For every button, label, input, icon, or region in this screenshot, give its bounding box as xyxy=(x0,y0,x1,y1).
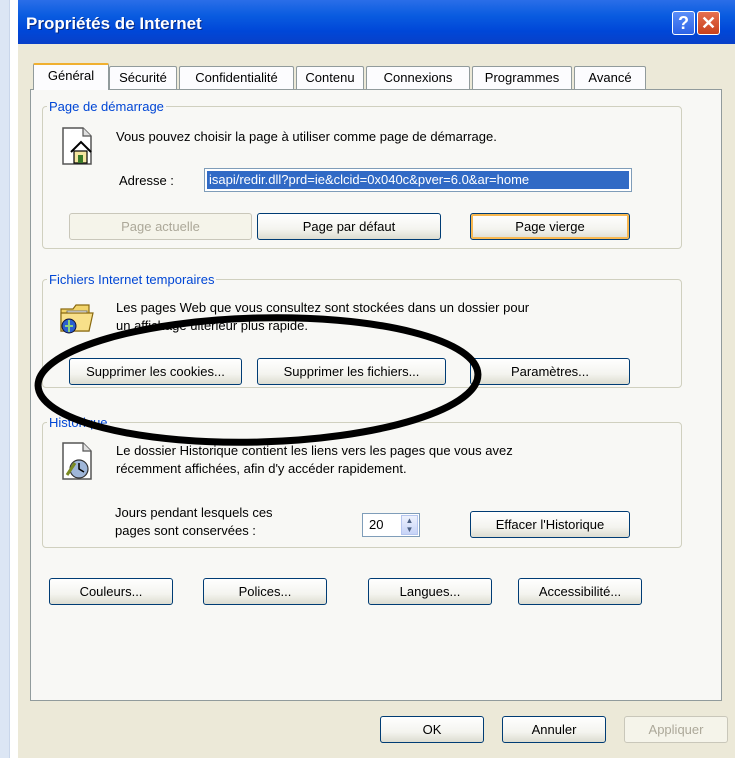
tab-general[interactable]: Général xyxy=(33,63,109,90)
tab-connections[interactable]: Connexions xyxy=(366,66,470,89)
tab-privacy[interactable]: Confidentialité xyxy=(179,66,294,89)
days-label-line1: Jours pendant lesquels ces xyxy=(115,505,273,520)
current-page-button[interactable]: Page actuelle xyxy=(69,213,252,240)
address-label: Adresse : xyxy=(119,173,174,188)
history-legend: Historique xyxy=(49,415,108,430)
title-bar: Propriétés de Internet ? ✕ xyxy=(18,0,735,44)
background-window-strip xyxy=(0,0,18,758)
temp-files-legend: Fichiers Internet temporaires xyxy=(49,272,215,287)
default-page-button[interactable]: Page par défaut xyxy=(257,213,441,240)
colors-button[interactable]: Couleurs... xyxy=(49,578,173,605)
tab-security[interactable]: Sécurité xyxy=(109,66,177,89)
apply-button[interactable]: Appliquer xyxy=(624,716,728,743)
home-page-description: Vous pouvez choisir la page à utiliser c… xyxy=(116,129,497,144)
cancel-button[interactable]: Annuler xyxy=(502,716,606,743)
days-spinner[interactable]: 20 ▲ ▼ xyxy=(362,513,420,537)
delete-cookies-button[interactable]: Supprimer les cookies... xyxy=(69,358,242,385)
address-value: isapi/redir.dll?prd=ie&clcid=0x040c&pver… xyxy=(207,171,629,189)
fonts-button[interactable]: Polices... xyxy=(203,578,327,605)
tab-advanced[interactable]: Avancé xyxy=(574,66,646,89)
temp-files-folder-icon xyxy=(60,304,94,334)
general-tab-panel: Page de démarrage Vous pouvez choisir la… xyxy=(30,89,722,701)
days-value: 20 xyxy=(369,517,384,532)
help-button[interactable]: ? xyxy=(672,11,695,35)
tab-content[interactable]: Contenu xyxy=(296,66,364,89)
home-page-legend: Page de démarrage xyxy=(49,99,164,114)
address-input[interactable]: isapi/redir.dll?prd=ie&clcid=0x040c&pver… xyxy=(204,168,632,192)
blank-page-button[interactable]: Page vierge xyxy=(470,213,630,240)
home-page-icon xyxy=(62,127,92,165)
settings-button[interactable]: Paramètres... xyxy=(470,358,630,385)
temp-files-description-line2: un affichage ultérieur plus rapide. xyxy=(116,318,308,333)
clear-history-button[interactable]: Effacer l'Historique xyxy=(470,511,630,538)
temp-files-description-line1: Les pages Web que vous consultez sont st… xyxy=(116,300,530,315)
days-label-line2: pages sont conservées : xyxy=(115,523,256,538)
internet-properties-dialog: Propriétés de Internet ? ✕ Général Sécur… xyxy=(18,0,735,758)
close-button[interactable]: ✕ xyxy=(697,11,720,35)
languages-button[interactable]: Langues... xyxy=(368,578,492,605)
history-description-line2: récemment affichées, afin d'y accéder ra… xyxy=(116,461,407,476)
accessibility-button[interactable]: Accessibilité... xyxy=(518,578,642,605)
history-icon xyxy=(62,442,92,480)
history-description-line1: Le dossier Historique contient les liens… xyxy=(116,443,513,458)
window-title: Propriétés de Internet xyxy=(26,14,202,33)
spinner-arrows-icon[interactable]: ▲ ▼ xyxy=(401,515,418,535)
background-window-edge xyxy=(0,0,10,758)
tab-programs[interactable]: Programmes xyxy=(472,66,572,89)
ok-button[interactable]: OK xyxy=(380,716,484,743)
delete-files-button[interactable]: Supprimer les fichiers... xyxy=(257,358,446,385)
